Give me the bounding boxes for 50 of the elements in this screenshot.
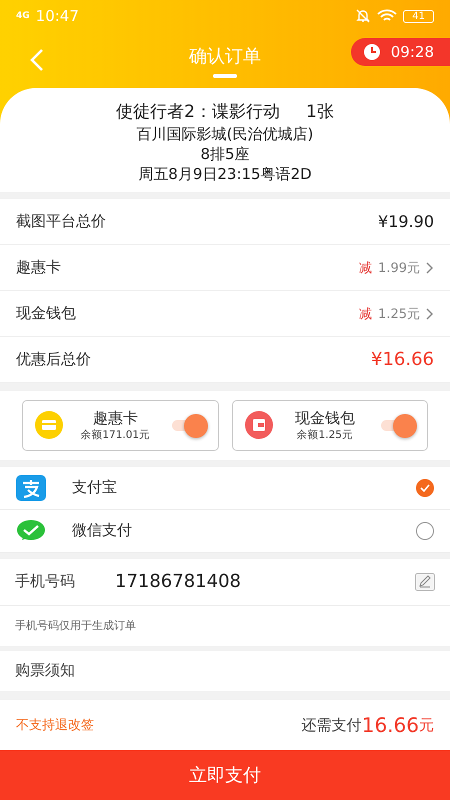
discount-value: 1.99元 — [378, 260, 420, 277]
card-name: 趣惠卡 — [92, 408, 138, 428]
price-label: 现金钱包 — [16, 304, 76, 324]
phone-number: 17186781408 — [115, 571, 241, 592]
radio-button[interactable] — [416, 522, 434, 540]
showtime: 周五8月9日23:15粤语2D — [138, 164, 312, 184]
check-icon — [420, 484, 430, 492]
amount-due-label: 还需支付 — [302, 716, 362, 735]
pay-button[interactable]: 立即支付 — [0, 750, 450, 800]
clock-icon — [362, 43, 381, 61]
payment-name: 微信支付 — [72, 521, 132, 540]
wallet-icon — [244, 411, 272, 440]
card-balance: 余额1.25元 — [296, 428, 353, 442]
payment-option[interactable]: 微信支付 — [0, 510, 450, 553]
edit-icon[interactable] — [415, 572, 435, 591]
currency-unit: 元 — [419, 716, 434, 735]
discount-label: 减 — [359, 260, 372, 277]
amount-due: 16.66 — [362, 713, 419, 738]
wifi-icon — [377, 9, 398, 23]
radio-button[interactable] — [416, 478, 434, 497]
title-underline — [213, 74, 237, 78]
price-label: 趣惠卡 — [16, 258, 61, 278]
network-label: 4G — [16, 11, 30, 21]
cinema-name: 百川国际影城(民治优城店) — [136, 124, 314, 144]
chevron-right-icon[interactable] — [426, 308, 434, 320]
alipay-icon — [16, 474, 46, 501]
price-label: 优惠后总价 — [16, 350, 91, 370]
phone-note: 手机号码仅用于生成订单 — [15, 618, 136, 634]
card-name: 现金钱包 — [294, 408, 355, 428]
ticket-count: 1张 — [306, 101, 334, 124]
chevron-right-icon[interactable] — [426, 262, 434, 274]
discount-label: 减 — [359, 306, 372, 323]
movie-title: 使徒行者2：谍影行动 — [116, 101, 280, 124]
phone-label: 手机号码 — [15, 572, 75, 592]
price-value: ¥19.90 — [378, 212, 434, 232]
page-title: 确认订单 — [189, 45, 261, 68]
countdown-time: 09:28 — [390, 43, 434, 61]
notice-link[interactable]: 购票须知 — [15, 661, 75, 680]
card-icon — [35, 411, 63, 440]
battery-indicator: 41 — [403, 10, 434, 22]
bell-off-icon — [355, 8, 372, 24]
price-label: 截图平台总价 — [16, 212, 106, 232]
seat-info: 8排5座 — [200, 144, 250, 164]
discount-value: 1.25元 — [378, 306, 420, 323]
payment-name: 支付宝 — [72, 478, 117, 498]
refund-policy: 不支持退改签 — [16, 717, 94, 734]
total-price: ¥16.66 — [371, 349, 434, 370]
payment-option[interactable]: 支付宝 — [0, 466, 450, 510]
status-time: 10:47 — [36, 7, 79, 25]
card-balance: 余额171.01元 — [80, 428, 150, 442]
